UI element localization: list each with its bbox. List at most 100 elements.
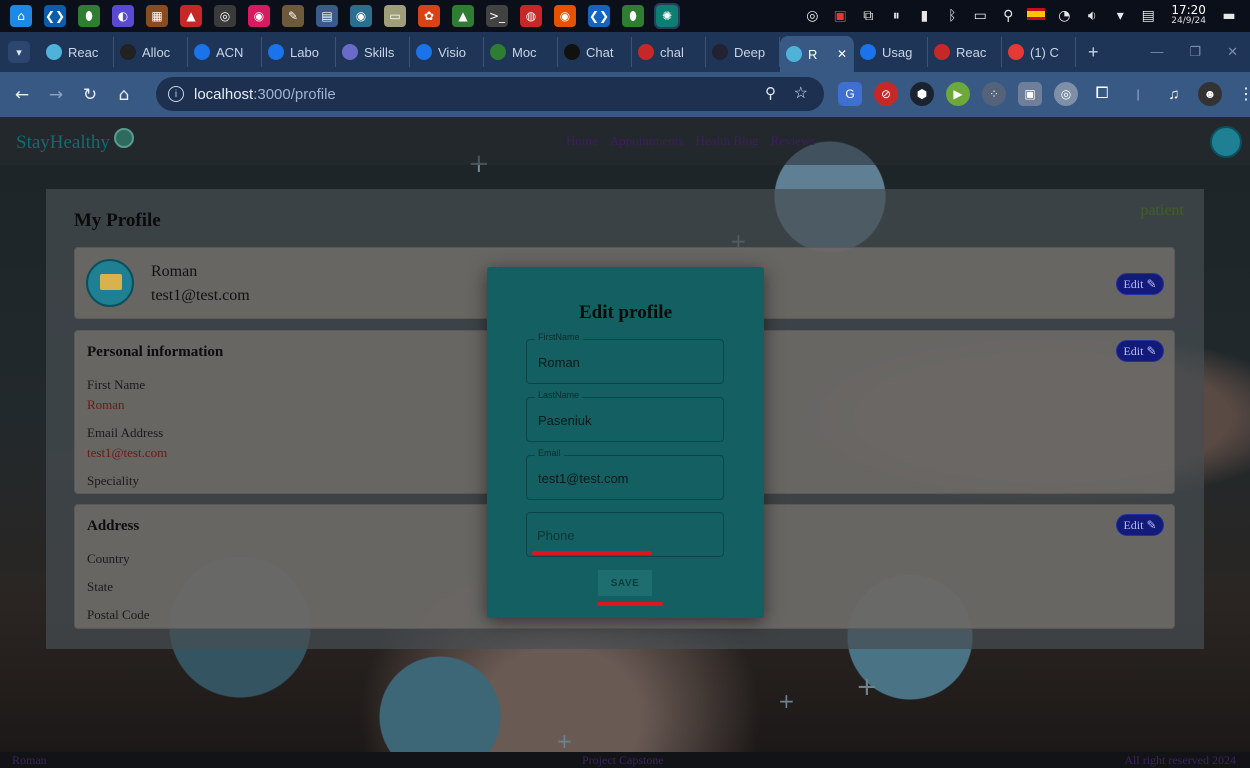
maximize-icon[interactable]: ❐: [1189, 44, 1201, 60]
browser-tab[interactable]: Labo: [262, 37, 336, 67]
triangle-red-icon[interactable]: ▲: [180, 5, 202, 27]
last-name-input-value[interactable]: Paseniuk: [538, 413, 591, 428]
browser-menu-icon[interactable]: ⋮: [1234, 82, 1250, 106]
edit-profile-button[interactable]: Edit ✎: [1116, 273, 1164, 295]
chrome-icon[interactable]: ◍: [520, 5, 542, 27]
address-bar[interactable]: i localhost:3000/profile ⚲ ☆: [156, 77, 824, 111]
gimp-icon[interactable]: ✎: [282, 5, 304, 27]
first-name-label: First Name: [87, 377, 146, 392]
audio-icon[interactable]: ◉: [350, 5, 372, 27]
play-extension-icon[interactable]: ▶: [946, 82, 970, 106]
home-icon[interactable]: ⌂: [10, 5, 32, 27]
url-path: :3000/profile: [253, 85, 336, 103]
edit-address-button[interactable]: Edit ✎: [1116, 514, 1164, 536]
translate-extension-icon[interactable]: G: [838, 82, 862, 106]
obs-icon[interactable]: ◎: [214, 5, 236, 27]
circle-extension-icon[interactable]: ◎: [1054, 82, 1078, 106]
extensions-puzzle-icon[interactable]: ⧠: [1090, 82, 1114, 106]
home-page-icon[interactable]: ⌂: [112, 83, 136, 107]
youtube-icon: [1008, 44, 1024, 60]
brand-logo[interactable]: StayHealthy: [16, 128, 134, 154]
browser-tab[interactable]: Skills: [336, 37, 410, 67]
vscode-alt-icon[interactable]: ❮❯: [588, 5, 610, 27]
screenshot-icon[interactable]: ◎: [803, 8, 821, 24]
notes-icon[interactable]: ▤: [1139, 8, 1157, 24]
close-tab-icon[interactable]: ✕: [837, 47, 847, 61]
browser-tab[interactable]: ACN: [188, 37, 262, 67]
skills-icon: [342, 44, 358, 60]
display-icon[interactable]: ▭: [971, 8, 989, 24]
nav-link-reviews[interactable]: Reviews: [771, 133, 816, 149]
mongodb-icon[interactable]: ⬮: [78, 5, 100, 27]
block-extension-icon[interactable]: ⊘: [874, 82, 898, 106]
hex-extension-icon[interactable]: ⬢: [910, 82, 934, 106]
minimize-icon[interactable]: —: [1150, 44, 1163, 60]
email-input-value[interactable]: test1@test.com: [538, 471, 629, 486]
profile-avatar-icon[interactable]: ☻: [1198, 82, 1222, 106]
show-desktop-icon[interactable]: ▬: [1220, 8, 1238, 24]
browser-tab[interactable]: Alloc: [114, 37, 188, 67]
clipboard-icon[interactable]: ⧉: [859, 8, 877, 24]
firefox-dev-icon[interactable]: ◐: [112, 5, 134, 27]
zoom-icon[interactable]: ⚲: [765, 84, 776, 102]
media-control-icon[interactable]: ♫: [1162, 82, 1186, 106]
chatgpt-icon[interactable]: ✺: [654, 3, 680, 29]
nav-link-appointments[interactable]: Appointments: [610, 133, 684, 149]
profile-name: Roman: [151, 263, 198, 280]
browser-tab[interactable]: Deep: [706, 37, 780, 67]
deep-icon: [712, 44, 728, 60]
terminal-icon[interactable]: >_: [486, 5, 508, 27]
android-studio-icon[interactable]: ▲: [452, 5, 474, 27]
spain-flag-icon[interactable]: [1027, 8, 1046, 24]
terminal-brown-icon[interactable]: ▦: [146, 5, 168, 27]
pause-icon[interactable]: ⏸: [887, 8, 905, 24]
save-button[interactable]: SAVE: [598, 570, 652, 596]
browser-tab[interactable]: Moc: [484, 37, 558, 67]
reload-icon[interactable]: ↻: [78, 83, 102, 107]
back-arrow-icon[interactable]: ←: [10, 83, 34, 107]
browser-tab[interactable]: (1) C: [1002, 37, 1076, 67]
browser-tab[interactable]: Chat: [558, 37, 632, 67]
browser-tab[interactable]: Reac: [40, 37, 114, 67]
forward-arrow-icon[interactable]: →: [44, 83, 68, 107]
vscode-icon[interactable]: ❮❯: [44, 5, 66, 27]
edit-personal-button[interactable]: Edit ✎: [1116, 340, 1164, 362]
user-avatar[interactable]: [1210, 126, 1242, 158]
mongodb-compass-icon[interactable]: ⬮: [622, 5, 644, 27]
tray-expand-icon[interactable]: ▾: [1111, 8, 1129, 24]
battery-icon[interactable]: ▮: [915, 8, 933, 24]
browser-tab[interactable]: Usag: [854, 37, 928, 67]
firefox-icon[interactable]: ◉: [554, 5, 576, 27]
usb-icon[interactable]: ⚲: [999, 8, 1017, 24]
phone-input[interactable]: [537, 525, 713, 545]
app-grid-icon[interactable]: ▤: [316, 5, 338, 27]
files-icon[interactable]: ▭: [384, 5, 406, 27]
last-name-field[interactable]: LastName Paseniuk: [526, 390, 724, 442]
first-name-field[interactable]: FirstName Roman: [526, 332, 724, 384]
first-name-input-value[interactable]: Roman: [538, 355, 580, 370]
color-wheel-icon[interactable]: ◉: [248, 5, 270, 27]
browser-tab-strip: ▾ Reac Alloc ACN Labo Skills Visio Moc Chat chal…: [0, 32, 1250, 72]
wifi-icon[interactable]: ◔: [1055, 8, 1073, 24]
tab-search-chevron-icon[interactable]: ▾: [8, 41, 30, 63]
email-field[interactable]: Email test1@test.com: [526, 448, 724, 500]
close-window-icon[interactable]: ✕: [1227, 44, 1238, 60]
bluetooth-icon[interactable]: ᛒ: [943, 8, 961, 24]
browser-tab[interactable]: R ✕: [780, 36, 854, 72]
nav-link-health-blog[interactable]: Health Blog: [695, 133, 758, 149]
screen-record-icon[interactable]: ▣: [831, 8, 849, 24]
system-tray: ◎ ▣ ⧉ ⏸ ▮ ᛒ ▭ ⚲ ◔ 🔉︎ ▾ ▤ 17:20 24/9/24 ▬: [803, 0, 1250, 32]
new-tab-icon[interactable]: +: [1088, 42, 1099, 63]
browser-tab[interactable]: Reac: [928, 37, 1002, 67]
browser-tab[interactable]: Visio: [410, 37, 484, 67]
clock[interactable]: 17:20 24/9/24: [1171, 4, 1206, 27]
photos-icon[interactable]: ✿: [418, 5, 440, 27]
robot-extension-icon[interactable]: ▣: [1018, 82, 1042, 106]
bookmark-star-icon[interactable]: ☆: [794, 83, 808, 103]
nav-link-home[interactable]: Home: [566, 133, 598, 149]
dots-extension-icon[interactable]: ⁘: [982, 82, 1006, 106]
site-info-icon[interactable]: i: [168, 86, 184, 102]
volume-icon[interactable]: 🔉︎: [1083, 8, 1101, 24]
web-page: + + + + + StayHealthy Home Appointments …: [0, 117, 1250, 768]
browser-tab[interactable]: chal: [632, 37, 706, 67]
